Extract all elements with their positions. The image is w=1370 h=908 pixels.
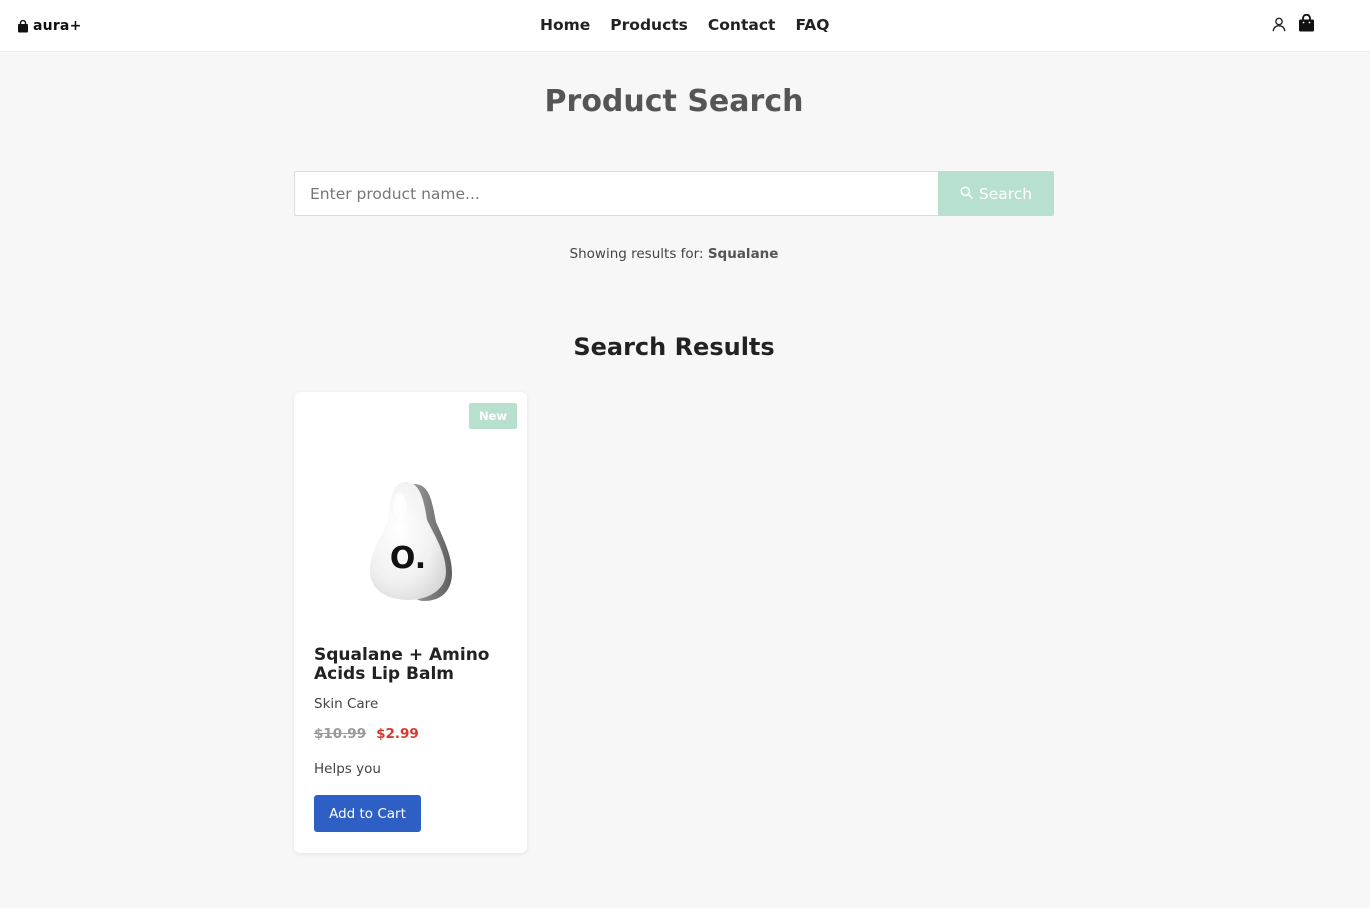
site-header: aura+ Home Products Contact FAQ <box>0 0 1370 52</box>
nav-faq[interactable]: FAQ <box>795 16 829 34</box>
original-price: $10.99 <box>314 726 367 742</box>
results-query: Squalane <box>707 246 779 262</box>
shopping-bag-icon <box>18 19 28 32</box>
search-input[interactable] <box>294 171 938 216</box>
logo[interactable]: aura+ <box>17 16 82 36</box>
add-to-cart-button[interactable]: Add to Cart <box>314 795 421 832</box>
product-category: Skin Care <box>314 696 379 712</box>
results-prefix: Showing results for: <box>569 246 704 262</box>
product-image[interactable]: O. <box>364 478 464 602</box>
price-row: $10.99 $2.99 <box>314 726 419 742</box>
product-description: Helps you <box>314 761 381 777</box>
results-info: Showing results for: Squalane <box>0 246 1348 262</box>
product-name[interactable]: Squalane + Amino Acids Lip Balm <box>314 646 514 684</box>
sale-price: $2.99 <box>376 726 419 742</box>
search-form: Search <box>294 171 1054 216</box>
results-title: Search Results <box>573 333 775 361</box>
main-nav: Home Products Contact FAQ <box>540 14 829 36</box>
nav-contact[interactable]: Contact <box>708 16 776 34</box>
nav-home[interactable]: Home <box>540 16 590 34</box>
nav-products[interactable]: Products <box>610 16 688 34</box>
logo-text: aura+ <box>33 18 82 34</box>
cart-bag-icon[interactable] <box>1298 14 1315 32</box>
search-button[interactable]: Search <box>938 171 1054 216</box>
user-icon[interactable] <box>1272 17 1286 32</box>
product-logo-text: O. <box>390 541 426 576</box>
search-button-label: Search <box>978 184 1033 203</box>
new-badge: New <box>468 403 517 429</box>
page-title: Product Search <box>544 84 804 119</box>
product-card[interactable]: New O. Squalane + Amino Acids Lip Balm S… <box>294 392 527 853</box>
search-icon <box>960 186 973 199</box>
